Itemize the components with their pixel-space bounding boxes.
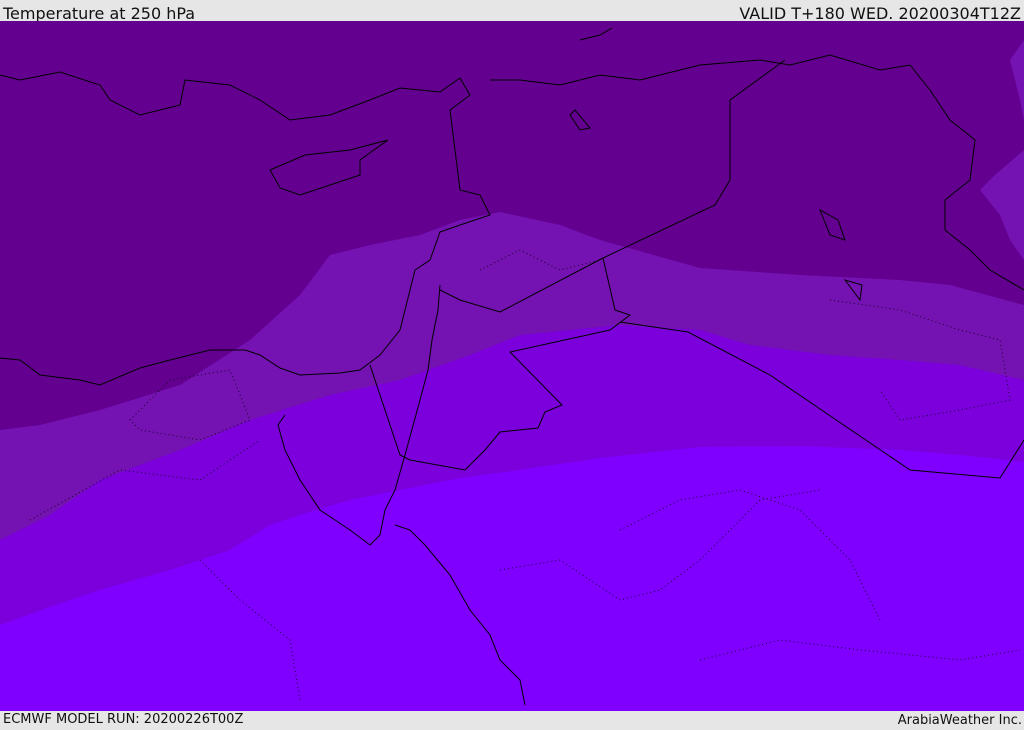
footer-bar: ECMWF MODEL RUN: 20200226T00Z ArabiaWeat… <box>0 711 1024 729</box>
header-bar: Temperature at 250 hPa VALID T+180 WED. … <box>0 0 1024 23</box>
model-run: ECMWF MODEL RUN: 20200226T00Z <box>3 712 244 727</box>
credit: ArabiaWeather Inc. <box>897 713 1022 728</box>
temperature-map <box>0 21 1024 711</box>
